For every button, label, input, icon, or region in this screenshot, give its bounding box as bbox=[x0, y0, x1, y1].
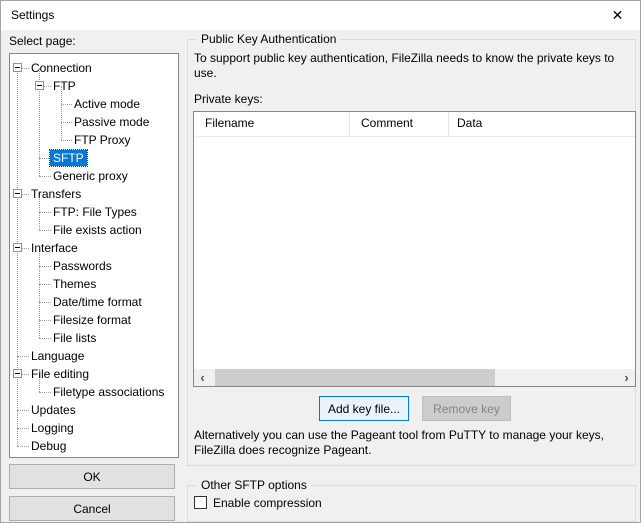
tree-item-label: Passwords bbox=[53, 259, 112, 273]
other-sftp-options-group: Other SFTP options Enable compression bbox=[187, 478, 636, 522]
tree-item-updates[interactable]: Updates bbox=[10, 401, 178, 419]
description-line: use. bbox=[194, 66, 217, 80]
window-title: Settings bbox=[11, 8, 55, 22]
collapse-icon[interactable] bbox=[13, 243, 22, 252]
public-key-description: To support public key authentication, Fi… bbox=[194, 51, 614, 81]
tree-item-file-exists-action[interactable]: File exists action bbox=[10, 221, 178, 239]
tree-item-label: SFTP bbox=[49, 149, 88, 167]
enable-compression-checkbox[interactable] bbox=[194, 496, 207, 509]
tree-item-ftp[interactable]: FTP bbox=[10, 77, 178, 95]
tree-item-label: FTP Proxy bbox=[74, 133, 131, 147]
tree-item-label: Passive mode bbox=[74, 115, 150, 129]
tree-item-label: Themes bbox=[53, 277, 97, 291]
public-key-authentication-group: Public Key Authentication To support pub… bbox=[187, 32, 636, 466]
tree-item-transfers[interactable]: Transfers bbox=[10, 185, 178, 203]
tree-item-active-mode[interactable]: Active mode bbox=[10, 95, 178, 113]
collapse-icon[interactable] bbox=[13, 369, 22, 378]
tree-item-filesize-format[interactable]: Filesize format bbox=[10, 311, 178, 329]
tree-item-file-editing[interactable]: File editing bbox=[10, 365, 178, 383]
group-title: Public Key Authentication bbox=[197, 32, 341, 46]
enable-compression-label: Enable compression bbox=[213, 496, 322, 510]
tree-item-label: Logging bbox=[31, 421, 74, 435]
ok-button[interactable]: OK bbox=[9, 464, 175, 489]
tree-item-generic-proxy[interactable]: Generic proxy bbox=[10, 167, 178, 185]
tree-item-passive-mode[interactable]: Passive mode bbox=[10, 113, 178, 131]
tree-item-label: Interface bbox=[31, 241, 78, 255]
page-tree[interactable]: Connection FTP Active mode Passive mode … bbox=[9, 53, 179, 458]
tree-item-interface[interactable]: Interface bbox=[10, 239, 178, 257]
close-icon[interactable]: ✕ bbox=[595, 1, 640, 30]
tree-item-debug[interactable]: Debug bbox=[10, 437, 178, 455]
private-keys-list[interactable]: Filename Comment Data ‹ › bbox=[193, 111, 636, 387]
tree-item-logging[interactable]: Logging bbox=[10, 419, 178, 437]
tree-item-themes[interactable]: Themes bbox=[10, 275, 178, 293]
group-title: Other SFTP options bbox=[197, 478, 311, 492]
private-keys-label: Private keys: bbox=[194, 92, 263, 106]
titlebar[interactable]: Settings ✕ bbox=[1, 1, 640, 30]
description-line: To support public key authentication, Fi… bbox=[194, 51, 615, 65]
tree-item-label: Date/time format bbox=[53, 295, 142, 309]
pageant-note: Alternatively you can use the Pageant to… bbox=[194, 428, 604, 458]
tree-item-label: Connection bbox=[31, 61, 92, 75]
tree-item-label: Debug bbox=[31, 439, 67, 453]
column-header-comment[interactable]: Comment bbox=[350, 112, 449, 136]
column-header-filename[interactable]: Filename bbox=[194, 112, 350, 136]
collapse-icon[interactable] bbox=[35, 81, 44, 90]
tree-item-ftp-file-types[interactable]: FTP: File Types bbox=[10, 203, 178, 221]
tree-item-passwords[interactable]: Passwords bbox=[10, 257, 178, 275]
collapse-icon[interactable] bbox=[13, 189, 22, 198]
horizontal-scrollbar[interactable]: ‹ › bbox=[194, 369, 635, 386]
tree-item-label: Active mode bbox=[74, 97, 141, 111]
tree-item-label: File exists action bbox=[53, 223, 142, 237]
scroll-right-icon[interactable]: › bbox=[618, 369, 635, 386]
pageant-line: FileZilla does recognize Pageant. bbox=[194, 443, 372, 457]
tree-item-ftp-proxy[interactable]: FTP Proxy bbox=[10, 131, 178, 149]
column-header-data[interactable]: Data bbox=[449, 112, 635, 136]
remove-key-button[interactable]: Remove key bbox=[422, 396, 511, 421]
select-page-label: Select page: bbox=[9, 34, 76, 48]
tree-item-connection[interactable]: Connection bbox=[10, 59, 178, 77]
tree-item-label: File editing bbox=[31, 367, 90, 381]
tree-item-sftp[interactable]: SFTP bbox=[10, 149, 178, 167]
scrollbar-thumb[interactable] bbox=[215, 369, 495, 386]
tree-item-file-lists[interactable]: File lists bbox=[10, 329, 178, 347]
tree-item-label: FTP bbox=[53, 79, 76, 93]
tree-item-label: Filetype associations bbox=[53, 385, 165, 399]
cancel-button[interactable]: Cancel bbox=[9, 496, 175, 521]
add-key-file-button[interactable]: Add key file... bbox=[319, 396, 409, 421]
collapse-icon[interactable] bbox=[13, 63, 22, 72]
tree-item-label: Generic proxy bbox=[53, 169, 128, 183]
tree-item-language[interactable]: Language bbox=[10, 347, 178, 365]
list-header: Filename Comment Data bbox=[194, 112, 635, 137]
scroll-left-icon[interactable]: ‹ bbox=[194, 369, 211, 386]
tree-item-label: Transfers bbox=[31, 187, 82, 201]
tree-item-label: Filesize format bbox=[53, 313, 132, 327]
tree-item-filetype-associations[interactable]: Filetype associations bbox=[10, 383, 178, 401]
tree-item-label: Language bbox=[31, 349, 85, 363]
tree-item-label: Updates bbox=[31, 403, 76, 417]
tree-item-label: File lists bbox=[53, 331, 97, 345]
tree-item-label: FTP: File Types bbox=[53, 205, 137, 219]
settings-dialog: Settings ✕ Select page: Connection FTP A… bbox=[0, 0, 641, 523]
tree-item-date-time-format[interactable]: Date/time format bbox=[10, 293, 178, 311]
pageant-line: Alternatively you can use the Pageant to… bbox=[194, 428, 604, 442]
